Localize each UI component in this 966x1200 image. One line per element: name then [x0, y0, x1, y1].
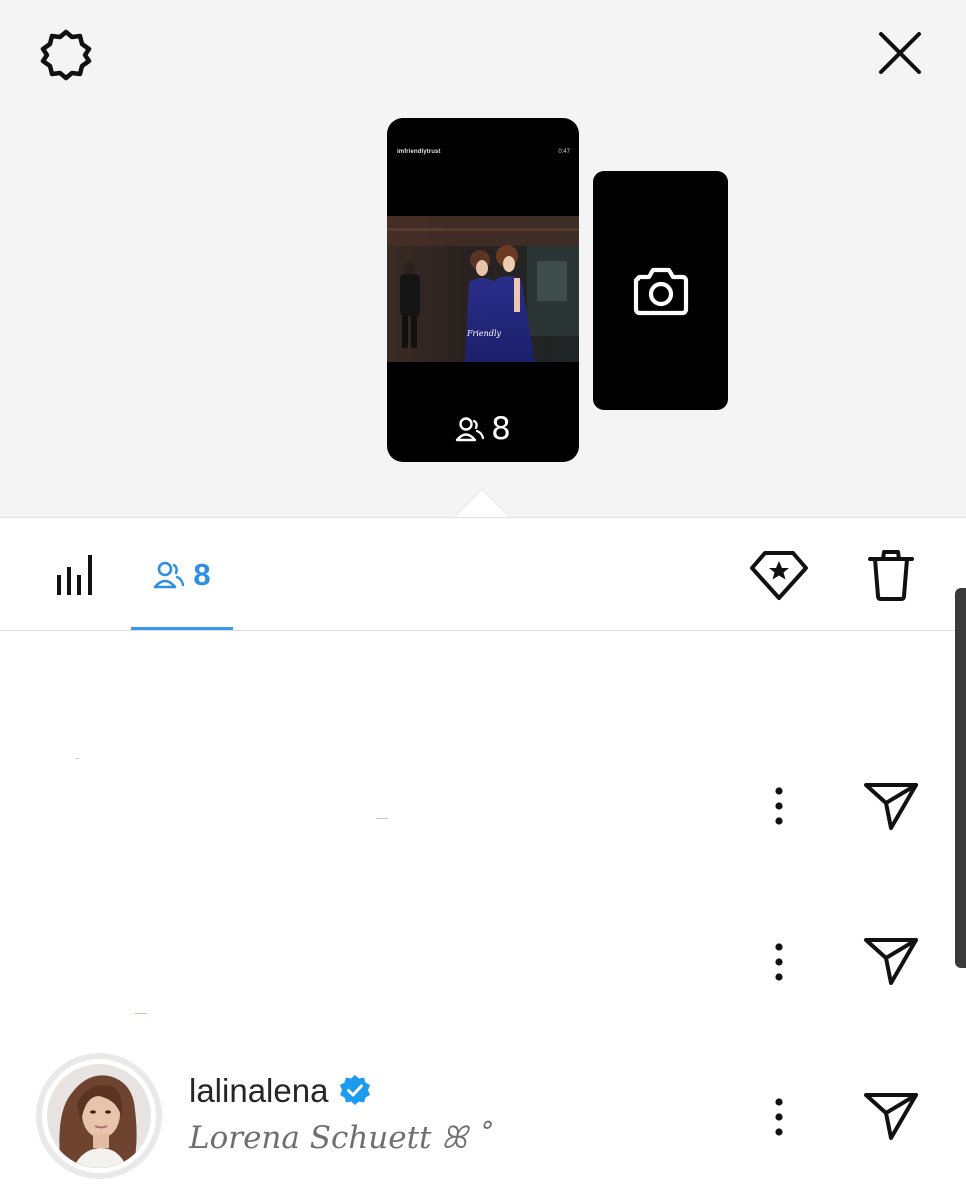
story-username: imfriendlytrust — [397, 149, 441, 155]
delete-story-button[interactable] — [858, 518, 924, 631]
tab-viewers-count: 8 — [193, 556, 211, 592]
story-viewer-count: 8 — [387, 411, 579, 447]
list-item[interactable] — [0, 730, 940, 880]
avatar-photo — [47, 1064, 151, 1168]
scrollbar[interactable] — [955, 588, 966, 968]
more-options-button[interactable] — [763, 934, 795, 990]
gear-icon — [40, 29, 92, 81]
settings-button[interactable] — [36, 25, 96, 85]
faded-artifact — [376, 818, 388, 819]
more-vertical-icon — [775, 1098, 783, 1136]
list-item[interactable] — [0, 886, 940, 1036]
send-icon — [864, 938, 918, 985]
tab-viewers[interactable]: 8 — [131, 518, 233, 631]
story-tab-bar: 8 — [0, 517, 966, 631]
add-story-camera-card[interactable] — [593, 171, 728, 410]
avatar[interactable] — [36, 1053, 162, 1179]
send-message-button[interactable] — [858, 776, 924, 836]
close-button[interactable] — [872, 25, 928, 81]
more-options-button[interactable] — [763, 1089, 795, 1145]
faded-artifact — [135, 1013, 147, 1014]
viewer-username: lalinalena — [189, 1072, 329, 1109]
faded-artifact — [76, 758, 79, 759]
avatar-ring-inner — [42, 1059, 156, 1173]
viewer-full-name: Lorena Schuett ꕤ ˚ — [189, 1120, 493, 1156]
story-time: 0:47 — [558, 149, 570, 155]
diamond-star-icon — [750, 550, 808, 600]
tab-insights[interactable] — [32, 518, 118, 631]
trash-icon — [868, 549, 914, 601]
story-preview-area: imfriendlytrust 0:47 Friendly 8 — [0, 0, 966, 518]
story-video-caption: Friendly — [466, 329, 502, 338]
send-message-button[interactable] — [858, 931, 924, 991]
story-video-image: Friendly — [387, 216, 579, 362]
verified-badge-icon — [340, 1075, 371, 1105]
send-icon — [864, 1093, 918, 1140]
selected-story-pointer — [453, 489, 511, 518]
send-message-button[interactable] — [858, 1086, 924, 1146]
story-video-frame: Friendly — [387, 216, 579, 362]
viewer-username-link[interactable]: lalinalena — [189, 1072, 372, 1110]
send-icon — [864, 783, 918, 830]
more-vertical-icon — [775, 943, 783, 981]
viewers-icon — [154, 561, 185, 588]
close-icon — [879, 32, 921, 74]
more-vertical-icon — [775, 787, 783, 825]
viewers-icon — [455, 417, 485, 442]
active-tab-indicator — [131, 627, 233, 630]
camera-icon — [633, 267, 688, 315]
more-options-button[interactable] — [763, 778, 795, 834]
story-viewer-count-number: 8 — [491, 411, 511, 447]
add-to-highlight-button[interactable] — [746, 518, 812, 631]
bar-chart-icon — [57, 554, 92, 595]
story-thumbnail[interactable]: imfriendlytrust 0:47 Friendly 8 — [387, 118, 579, 462]
